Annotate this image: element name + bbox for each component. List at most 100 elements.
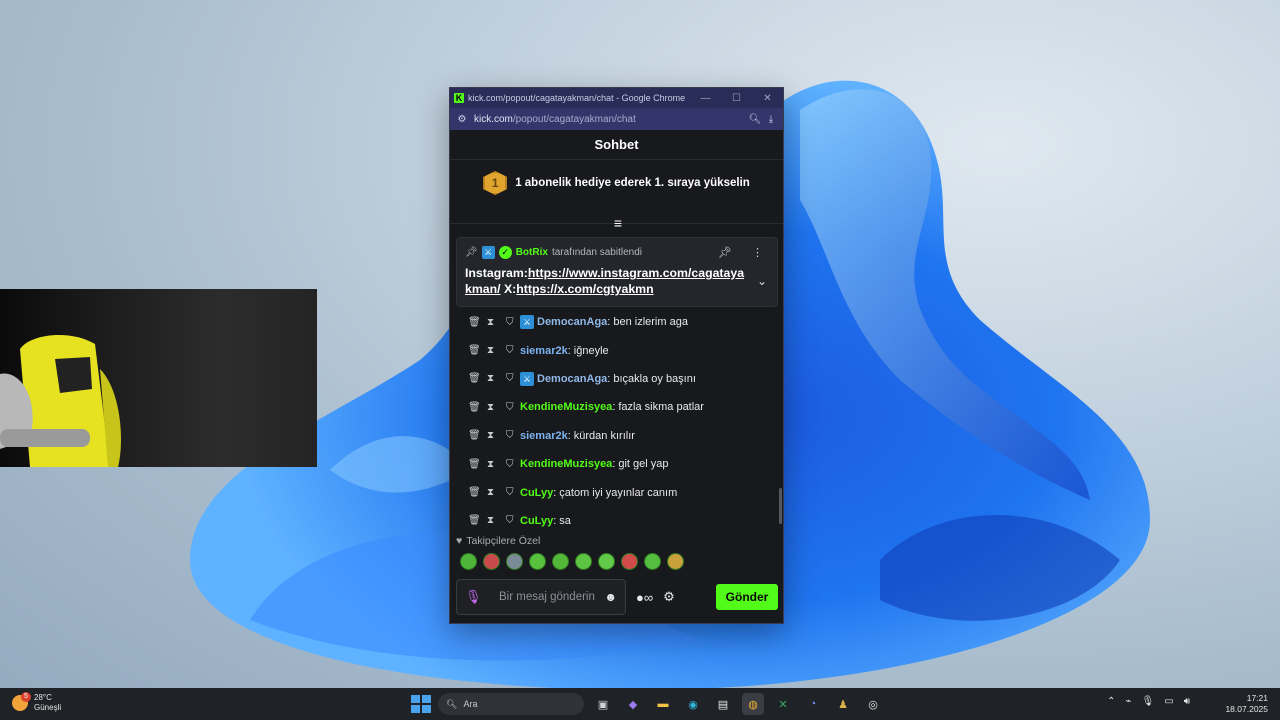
delete-message-icon[interactable]: 🗑︎ [468, 430, 487, 441]
download-icon[interactable]: ⤓ [763, 114, 779, 125]
file-explorer-icon[interactable]: ▬ [652, 693, 674, 715]
delete-message-icon[interactable]: 🗑︎ [468, 373, 487, 384]
task-view-icon[interactable]: ▣ [592, 693, 614, 715]
ban-shield-icon[interactable]: ⛉ [506, 430, 520, 441]
message-colon: : [607, 372, 611, 385]
message-username[interactable]: DemocanAga [537, 373, 607, 385]
expand-chevron-icon[interactable]: ⌄ [757, 274, 767, 288]
search-placeholder: Ara [463, 699, 478, 709]
ban-shield-icon[interactable]: ⛉ [506, 345, 520, 356]
display-icon[interactable]: ▭ [1164, 696, 1173, 707]
chat-message: 🗑︎ ⧗ ⛉ CuLyy: sa [450, 507, 783, 535]
app-icon[interactable]: ♟ [832, 693, 854, 715]
emote-icon[interactable] [644, 553, 661, 570]
url-text[interactable]: kick.com/popout/cagatayakman/chat [470, 114, 747, 125]
message-colon: : [612, 401, 616, 414]
x-link[interactable]: https://x.com/cgtyakmn [516, 282, 653, 296]
send-button[interactable]: Gönder [716, 584, 778, 610]
heart-icon: ♥ [456, 535, 463, 547]
volume-icon[interactable]: 🔊︎ [1184, 696, 1190, 707]
emote-icon[interactable] [598, 553, 615, 570]
delete-message-icon[interactable]: 🗑︎ [468, 317, 487, 328]
edge-icon[interactable]: ◉ [682, 693, 704, 715]
maximize-button[interactable]: ☐ [721, 93, 752, 104]
message-input[interactable]: 🎙︎ Bir mesaj gönderin ☻ [456, 579, 626, 615]
address-bar[interactable]: ⚙ kick.com/popout/cagatayakman/chat 🔍︎ ⤓ [450, 108, 783, 130]
ban-shield-icon[interactable]: ⛉ [506, 515, 520, 526]
collapse-menu-icon[interactable]: ≡ [610, 216, 626, 230]
delete-message-icon[interactable]: 🗑︎ [468, 459, 487, 470]
obs-icon[interactable]: ◎ [862, 693, 884, 715]
emote-section-label: Takipçilere Özel [466, 535, 541, 547]
chat-message: 🗑︎ ⧗ ⛉ KendineMuzisyea: git gel yap [450, 450, 783, 478]
timeout-icon[interactable]: ⧗ [487, 402, 506, 413]
unpin-icon[interactable]: 📌︎ [718, 246, 732, 259]
timeout-icon[interactable]: ⧗ [487, 459, 506, 470]
weather-widget[interactable]: 5 28°C Güneşli [12, 692, 61, 713]
ban-shield-icon[interactable]: ⛉ [506, 373, 520, 384]
more-options-icon[interactable]: ⋮ [752, 246, 763, 259]
gift-leaderboard-banner[interactable]: 1 1 abonelik hediye ederek 1. sıraya yük… [450, 160, 783, 206]
ban-shield-icon[interactable]: ⛉ [506, 487, 520, 498]
timeout-icon[interactable]: ⧗ [487, 373, 506, 384]
delete-message-icon[interactable]: 🗑︎ [468, 345, 487, 356]
chrome-window: K kick.com/popout/cagatayakman/chat - Go… [449, 87, 784, 624]
timeout-icon[interactable]: ⧗ [487, 317, 506, 328]
message-username[interactable]: CuLyy [520, 515, 553, 527]
mic-tray-icon[interactable]: 🎙︎ [1142, 696, 1155, 707]
taskbar-search[interactable]: 🔍︎ Ara [438, 693, 584, 715]
message-username[interactable]: KendineMuzisyea [520, 401, 612, 413]
settings-gear-icon[interactable]: ⚙ [663, 589, 675, 605]
emote-icon[interactable] [506, 553, 523, 570]
delete-message-icon[interactable]: 🗑︎ [468, 402, 487, 413]
message-colon: : [607, 316, 611, 329]
minimize-button[interactable]: — [690, 93, 721, 104]
chrome-icon[interactable]: ◍ [742, 693, 764, 715]
start-button[interactable] [410, 694, 431, 714]
message-username[interactable]: CuLyy [520, 487, 553, 499]
emote-icon[interactable] [529, 553, 546, 570]
message-text: çatom iyi yayınlar canım [559, 486, 678, 499]
url-path: /popout/cagatayakman/chat [512, 113, 636, 125]
ban-shield-icon[interactable]: ⛉ [506, 459, 520, 470]
chat-scrollbar[interactable] [779, 488, 782, 524]
discord-icon[interactable]: ◔ [802, 693, 824, 715]
message-colon: : [567, 344, 571, 357]
delete-message-icon[interactable]: 🗑︎ [468, 515, 487, 526]
store-icon[interactable]: ▤ [712, 693, 734, 715]
tray-overflow-icon[interactable]: ⌃ [1107, 696, 1115, 707]
message-username[interactable]: KendineMuzisyea [520, 458, 612, 470]
message-username[interactable]: siemar2k [520, 430, 568, 442]
timeout-icon[interactable]: ⧗ [487, 515, 506, 526]
timeout-icon[interactable]: ⧗ [487, 487, 506, 498]
date: 18.07.2025 [1225, 704, 1268, 714]
microphone-icon[interactable]: 🎙︎ [465, 589, 485, 605]
message-username[interactable]: DemocanAga [537, 316, 607, 328]
emote-icon[interactable] [621, 553, 638, 570]
zoom-icon[interactable]: 🔍︎ [747, 114, 763, 125]
timeout-icon[interactable]: ⧗ [487, 345, 506, 356]
clock[interactable]: 17:21 18.07.2025 [1225, 693, 1268, 715]
emote-icon[interactable] [575, 553, 592, 570]
site-settings-icon[interactable]: ⚙ [454, 114, 470, 125]
close-button[interactable]: ✕ [752, 93, 783, 104]
emoji-picker-icon[interactable]: ☻ [604, 590, 617, 604]
copilot-icon[interactable]: ◆ [622, 693, 644, 715]
pinned-username[interactable]: BotRix [516, 247, 548, 258]
network-icon[interactable]: ⌁ [1126, 696, 1132, 707]
time: 17:21 [1246, 693, 1268, 703]
emote-icon[interactable] [667, 553, 684, 570]
emote-section-header: ♥ Takipçilere Özel [456, 533, 778, 549]
timeout-icon[interactable]: ⧗ [487, 430, 506, 441]
emote-icon[interactable] [552, 553, 569, 570]
kick-points-icon[interactable]: ●∞ [636, 590, 653, 605]
delete-message-icon[interactable]: 🗑︎ [468, 487, 487, 498]
ban-shield-icon[interactable]: ⛉ [506, 402, 520, 413]
message-username[interactable]: siemar2k [520, 345, 568, 357]
excel-icon[interactable]: ✕ [772, 693, 794, 715]
emote-icon[interactable] [483, 553, 500, 570]
emote-icon[interactable] [460, 553, 477, 570]
message-placeholder: Bir mesaj gönderin [499, 590, 595, 603]
pinned-body: Instagram:https://www.instagram.com/caga… [465, 265, 747, 297]
ban-shield-icon[interactable]: ⛉ [506, 317, 520, 328]
